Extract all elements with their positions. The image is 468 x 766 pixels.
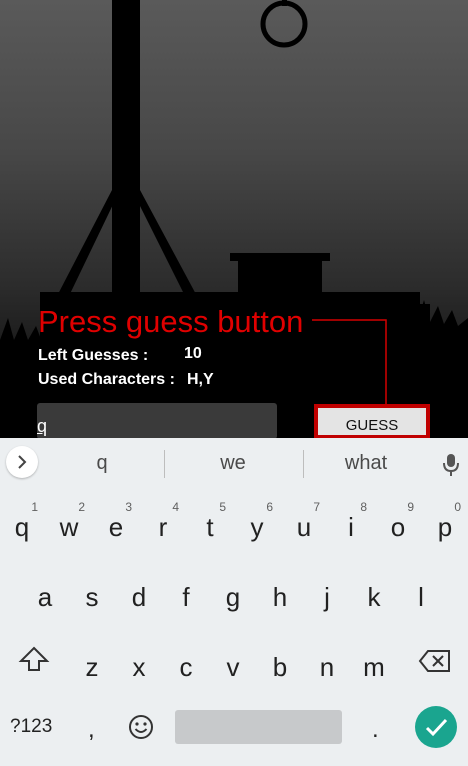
suggestion-1[interactable]: q xyxy=(42,452,162,475)
key-z[interactable]: z xyxy=(70,640,114,690)
key-b[interactable]: b xyxy=(258,640,302,690)
period-key[interactable]: . xyxy=(372,716,379,744)
key-label: u xyxy=(296,512,312,542)
guess-input[interactable]: q xyxy=(37,403,277,438)
key-number-hint: 4 xyxy=(172,500,179,514)
microphone-icon[interactable] xyxy=(440,452,462,483)
key-number-hint: 5 xyxy=(219,500,226,514)
key-label: w xyxy=(59,512,79,542)
left-guesses-label: Left Guesses : xyxy=(38,347,149,364)
space-bar[interactable] xyxy=(175,710,342,744)
key-label: b xyxy=(272,652,288,682)
key-label: s xyxy=(85,582,99,612)
key-number-hint: 3 xyxy=(125,500,132,514)
key-k[interactable]: k xyxy=(352,570,396,620)
key-o[interactable]: o9 xyxy=(376,500,420,550)
guess-input-value: q xyxy=(37,416,48,436)
used-characters-value: H,Y xyxy=(187,371,214,388)
key-n[interactable]: n xyxy=(305,640,349,690)
key-c[interactable]: c xyxy=(164,640,208,690)
key-label: c xyxy=(179,652,193,682)
key-m[interactable]: m xyxy=(352,640,396,690)
chevron-right-icon[interactable] xyxy=(6,446,38,478)
key-label: i xyxy=(348,512,354,542)
left-guesses-value: 10 xyxy=(184,345,202,362)
key-g[interactable]: g xyxy=(211,570,255,620)
key-w[interactable]: w2 xyxy=(47,500,91,550)
key-x[interactable]: x xyxy=(117,640,161,690)
key-label: e xyxy=(108,512,124,542)
key-number-hint: 0 xyxy=(454,500,461,514)
key-l[interactable]: l xyxy=(399,570,443,620)
game-scene: Press guess button Left Guesses : 10 Use… xyxy=(0,0,468,438)
suggestion-2[interactable]: we xyxy=(173,452,293,475)
key-q[interactable]: q1 xyxy=(0,500,44,550)
used-characters-label: Used Characters : xyxy=(38,371,175,388)
key-p[interactable]: p0 xyxy=(423,500,467,550)
comma-key[interactable]: , xyxy=(88,716,95,744)
key-label: k xyxy=(367,582,381,612)
key-label: x xyxy=(132,652,146,682)
key-j[interactable]: j xyxy=(305,570,349,620)
suggestion-bar: q we what xyxy=(0,438,468,490)
key-label: o xyxy=(390,512,406,542)
key-i[interactable]: i8 xyxy=(329,500,373,550)
key-number-hint: 2 xyxy=(78,500,85,514)
checkmark-icon[interactable] xyxy=(415,706,457,748)
key-label: y xyxy=(250,512,264,542)
key-f[interactable]: f xyxy=(164,570,208,620)
key-number-hint: 1 xyxy=(31,500,38,514)
emoji-icon[interactable] xyxy=(128,714,154,745)
key-h[interactable]: h xyxy=(258,570,302,620)
key-label: q xyxy=(14,512,30,542)
key-label: t xyxy=(206,512,214,542)
key-label: h xyxy=(272,582,288,612)
guess-button[interactable]: GUESS xyxy=(314,404,430,438)
backspace-icon[interactable] xyxy=(418,648,452,679)
suggestion-divider xyxy=(303,450,304,478)
key-a[interactable]: a xyxy=(23,570,67,620)
symbols-key[interactable]: ?123 xyxy=(10,716,52,738)
key-number-hint: 9 xyxy=(407,500,414,514)
key-u[interactable]: u7 xyxy=(282,500,326,550)
key-label: r xyxy=(158,512,168,542)
key-s[interactable]: s xyxy=(70,570,114,620)
key-y[interactable]: y6 xyxy=(235,500,279,550)
key-label: l xyxy=(418,582,424,612)
key-d[interactable]: d xyxy=(117,570,161,620)
shift-icon[interactable] xyxy=(18,644,50,679)
suggestion-3[interactable]: what xyxy=(306,452,426,475)
suggestion-divider xyxy=(164,450,165,478)
key-number-hint: 8 xyxy=(360,500,367,514)
key-label: z xyxy=(85,652,99,682)
key-r[interactable]: r4 xyxy=(141,500,185,550)
key-label: m xyxy=(363,652,385,682)
key-label: a xyxy=(37,582,53,612)
key-number-hint: 6 xyxy=(266,500,273,514)
key-t[interactable]: t5 xyxy=(188,500,232,550)
key-label: f xyxy=(182,582,190,612)
key-v[interactable]: v xyxy=(211,640,255,690)
key-label: n xyxy=(319,652,335,682)
key-label: v xyxy=(226,652,240,682)
guess-button-label: GUESS xyxy=(345,417,399,434)
key-label: j xyxy=(324,582,330,612)
key-label: d xyxy=(131,582,147,612)
key-label: p xyxy=(437,512,453,542)
key-e[interactable]: e3 xyxy=(94,500,138,550)
key-number-hint: 7 xyxy=(313,500,320,514)
key-label: g xyxy=(225,582,241,612)
annotation-text: Press guess button xyxy=(38,304,304,339)
soft-keyboard: q we what ?123 , . q 1 w 2 e 3 r 4 t 5 y… xyxy=(0,438,468,766)
